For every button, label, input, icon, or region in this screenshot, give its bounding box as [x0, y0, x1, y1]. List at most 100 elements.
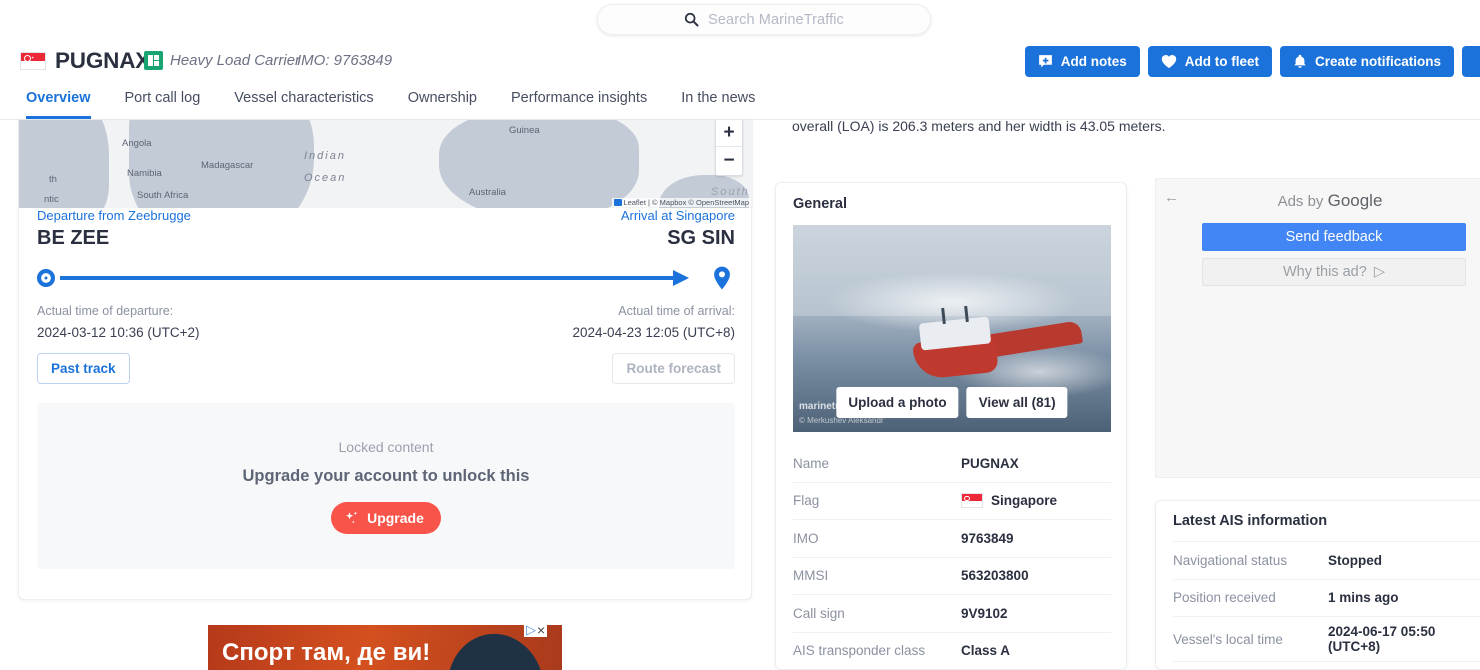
sparkles-icon: [346, 510, 358, 523]
tab-in-the-news[interactable]: In the news: [681, 86, 755, 119]
tab-performance-insights[interactable]: Performance insights: [511, 86, 647, 119]
table-row: Flag Singapore: [793, 483, 1111, 520]
flag-singapore-icon: ✦: [20, 52, 46, 70]
arrival-time-label: Actual time of arrival:: [618, 304, 735, 318]
vessel-photo[interactable]: marinetra © Merkushev Aleksandr Upload a…: [793, 225, 1111, 432]
vessel-imo: IMO: 9763849: [297, 52, 393, 69]
search-input[interactable]: Search MarineTraffic: [597, 4, 931, 35]
zoom-out-button[interactable]: −: [716, 147, 742, 175]
map-label-edge-ntic: ntic: [44, 194, 59, 205]
leaflet-icon: [614, 199, 623, 206]
departure-time-label: Actual time of departure:: [37, 304, 174, 318]
create-notifications-label: Create notifications: [1314, 54, 1441, 69]
zoom-in-button[interactable]: +: [716, 120, 742, 147]
table-row: AIS transponder class Class A: [793, 633, 1111, 670]
map-label-indian: Indian: [304, 150, 346, 162]
note-plus-icon: [1038, 55, 1052, 68]
table-row: Name PUGNAX: [793, 445, 1111, 483]
row-key: AIS transponder class: [793, 643, 926, 659]
tab-overview[interactable]: Overview: [26, 86, 91, 119]
add-to-fleet-label: Add to fleet: [1184, 54, 1259, 69]
heart-icon: [1161, 55, 1176, 68]
voyage-arrow-icon: [673, 270, 689, 286]
table-row: IMO 9763849: [793, 520, 1111, 558]
departure-port-code: BE ZEE: [37, 227, 110, 249]
add-to-fleet-button[interactable]: Add to fleet: [1147, 46, 1272, 77]
google-ads-panel: ← Ads by Google Send feedback Why this a…: [1155, 178, 1480, 478]
more-actions-button[interactable]: [1462, 46, 1480, 77]
past-track-button[interactable]: Past track: [37, 353, 130, 384]
latest-ais-card: Latest AIS information Navigational stat…: [1155, 500, 1480, 670]
arrival-port-code: SG SIN: [667, 227, 735, 249]
ad-choices-icon: ▷: [1373, 264, 1385, 280]
row-key: Navigational status: [1173, 552, 1288, 568]
row-value: Stopped: [1328, 552, 1382, 568]
map-label-south-africa: South Africa: [137, 190, 189, 201]
map-label-edge-south: South: [711, 186, 750, 198]
search-placeholder: Search MarineTraffic: [708, 11, 844, 28]
voyage-map[interactable]: th ntic Angola Namibia Madagascar South …: [19, 120, 753, 208]
row-value: 9V9102: [961, 605, 1008, 621]
bell-icon: [1294, 54, 1306, 68]
close-icon[interactable]: ×: [537, 623, 545, 637]
upload-photo-button[interactable]: Upload a photo: [836, 387, 959, 418]
bottom-ad-text: Спорт там, де ви!: [222, 639, 431, 666]
row-value: PUGNAX: [961, 455, 1019, 471]
view-all-photos-button[interactable]: View all (81): [966, 387, 1068, 418]
table-row: Navigational status Stopped: [1173, 541, 1480, 579]
send-feedback-button[interactable]: Send feedback: [1202, 223, 1466, 251]
table-row: Vessel's local time 2024-06-17 05:50 (UT…: [1173, 616, 1480, 661]
row-key: Flag: [793, 493, 820, 509]
locked-title: Upgrade your account to unlock this: [242, 466, 530, 485]
vessel-type: Heavy Load Carrier: [170, 52, 301, 69]
table-row: MMSI 563203800: [793, 558, 1111, 595]
create-notifications-button[interactable]: Create notifications: [1279, 46, 1454, 77]
header-actions: Add notes Add to fleet Create notificati…: [1024, 46, 1480, 77]
bottom-ad-banner[interactable]: Спорт там, де ви!: [208, 625, 562, 670]
row-key: IMO: [793, 530, 819, 546]
map-zoom-controls: + −: [715, 120, 743, 176]
locked-content-panel: Locked content Upgrade your account to u…: [37, 403, 735, 569]
voyage-progress-bar: [37, 265, 735, 291]
tab-port-call-log[interactable]: Port call log: [125, 86, 201, 119]
route-forecast-button: Route forecast: [612, 353, 735, 384]
map-label-angola: Angola: [122, 138, 152, 149]
row-key: MMSI: [793, 568, 829, 584]
map-label-namibia: Namibia: [127, 168, 162, 179]
table-row: Position received 1 mins ago: [1173, 578, 1480, 617]
arrival-port-link[interactable]: Arrival at Singapore: [621, 208, 735, 223]
vessel-name: PUGNAX: [55, 48, 151, 73]
map-label-ocean: Ocean: [304, 172, 347, 184]
ais-detail-rows: Navigational status Stopped Position rec…: [1173, 541, 1480, 669]
top-bar: Search MarineTraffic: [0, 0, 1480, 38]
why-this-ad-button[interactable]: Why this ad? ▷: [1202, 258, 1466, 286]
map-pin-icon: [714, 266, 730, 290]
row-value: 9763849: [961, 530, 1014, 546]
ads-by-google-label: Ads by Google: [1277, 191, 1383, 210]
vessel-description-tail: overall (LOA) is 206.3 meters and her wi…: [792, 118, 1166, 134]
departure-port-link[interactable]: Departure from Zeebrugge: [37, 208, 191, 223]
tab-ownership[interactable]: Ownership: [408, 86, 477, 119]
map-label-guinea: Guinea: [509, 125, 540, 136]
table-row: Wind: [1173, 661, 1480, 669]
map-label-edge-th: th: [49, 174, 57, 185]
ad-choices-icon[interactable]: ▷: [526, 623, 536, 636]
row-value: Class A: [961, 643, 1011, 659]
map-attribution: Leaflet | © Mapbox © OpenStreetMap: [612, 198, 751, 207]
ais-card-title: Latest AIS information: [1173, 513, 1328, 529]
upgrade-label: Upgrade: [367, 509, 424, 526]
photo-action-buttons: Upload a photo View all (81): [836, 387, 1068, 418]
row-value: 2024-06-17 05:50 (UTC+8): [1328, 624, 1436, 654]
add-notes-button[interactable]: Add notes: [1024, 46, 1140, 77]
general-card-title: General: [793, 196, 847, 212]
tab-vessel-characteristics[interactable]: Vessel characteristics: [234, 86, 373, 119]
vessel-tabs: Overview Port call log Vessel characteri…: [0, 86, 1480, 120]
row-key: Vessel's local time: [1173, 631, 1283, 647]
departure-time-value: 2024-03-12 10:36 (UTC+2): [37, 325, 200, 340]
arrival-time-value: 2024-04-23 12:05 (UTC+8): [572, 325, 735, 340]
voyage-card: th ntic Angola Namibia Madagascar South …: [18, 120, 753, 600]
table-row: Call sign 9V9102: [793, 595, 1111, 633]
upgrade-button[interactable]: Upgrade: [331, 501, 441, 534]
row-value: 1 mins ago: [1328, 590, 1399, 606]
row-value: 563203800: [961, 568, 1029, 584]
